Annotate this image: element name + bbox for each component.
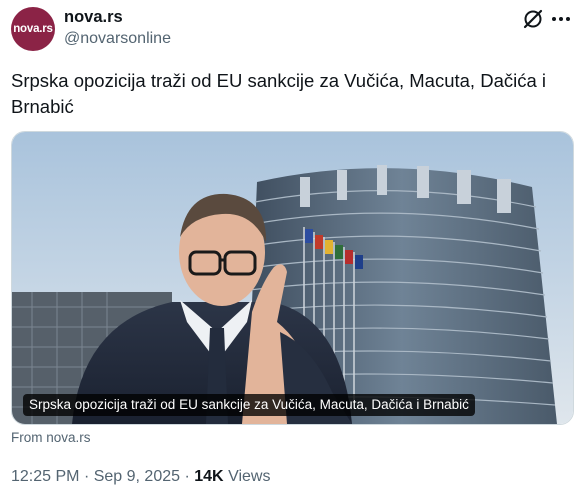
tweet-meta: 12:25 PM · Sep 9, 2025 · 14K Views xyxy=(11,468,270,486)
meta-separator-2: · xyxy=(184,468,190,485)
image-caption: Srpska opozicija traži od EU sankcije za… xyxy=(23,394,475,416)
views-label: Views xyxy=(228,468,271,485)
x-logo-icon[interactable] xyxy=(522,8,544,30)
display-name[interactable]: nova.rs xyxy=(64,8,123,27)
avatar[interactable]: nova.rs xyxy=(11,7,55,51)
more-options-icon[interactable] xyxy=(549,8,573,30)
tweet-text: Srpska opozicija traži od EU sankcije za… xyxy=(11,70,547,117)
views-count: 14K xyxy=(194,468,224,485)
tweet-time[interactable]: 12:25 PM xyxy=(11,468,79,485)
link-card[interactable]: Srpska opozicija traži od EU sankcije za… xyxy=(11,131,574,425)
tweet-date[interactable]: Sep 9, 2025 xyxy=(94,468,180,485)
meta-separator: · xyxy=(83,468,90,485)
card-image xyxy=(12,132,573,424)
card-source[interactable]: From nova.rs xyxy=(11,430,91,445)
avatar-text: nova.rs xyxy=(13,23,53,35)
user-handle[interactable]: @novarsonline xyxy=(64,30,171,48)
